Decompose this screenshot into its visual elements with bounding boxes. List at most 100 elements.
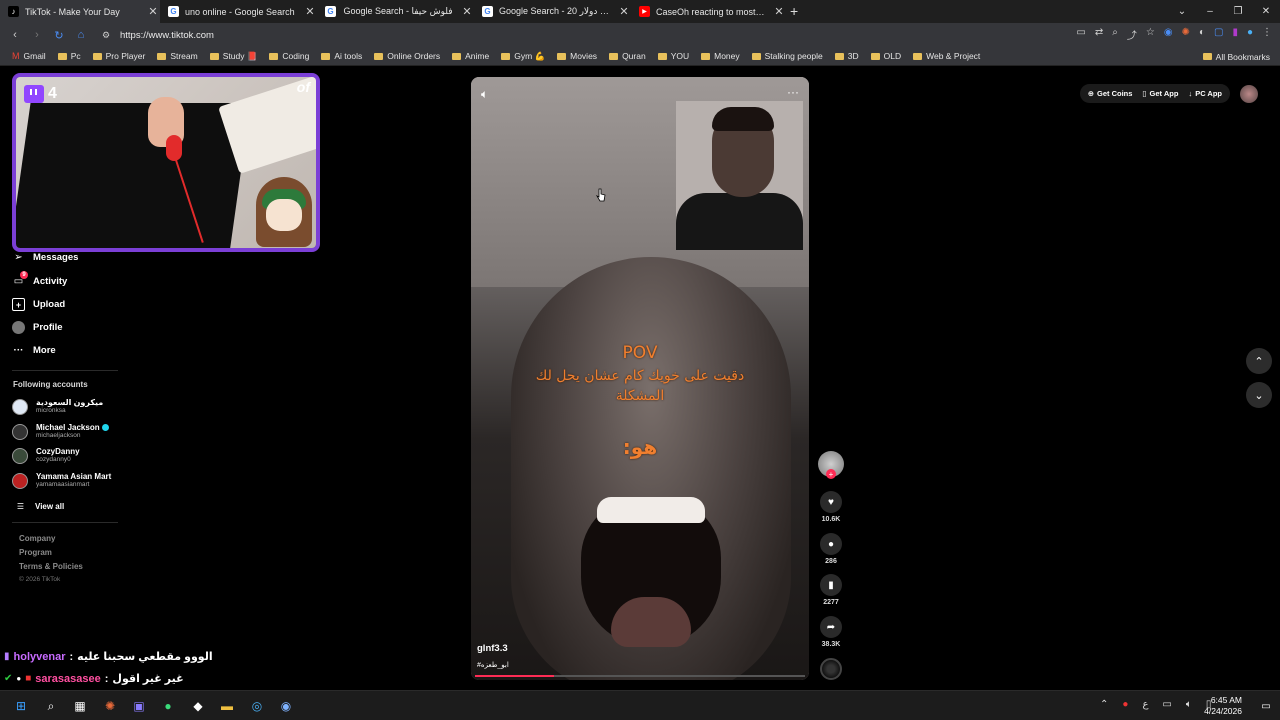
bookmark-folder[interactable]: Pc	[57, 51, 81, 61]
follow-plus-icon[interactable]: +	[826, 469, 836, 479]
home-icon[interactable]: ⌂	[70, 29, 92, 41]
tab-youtube[interactable]: ▶ CaseOh reacting to most of the ✕	[631, 0, 786, 23]
bookmark-folder[interactable]: Quran	[609, 51, 646, 61]
cast-icon[interactable]: ▭	[1076, 27, 1085, 42]
zoom-icon[interactable]: ⌕	[1112, 27, 1118, 42]
footer-company-link[interactable]: Company	[19, 534, 55, 543]
next-video-button[interactable]: ⌄	[1246, 382, 1272, 408]
get-app-button[interactable]: ▯ Get App	[1142, 89, 1178, 98]
bookmark-folder[interactable]: Anime	[452, 51, 489, 61]
tab-tiktok[interactable]: ♪ TikTok - Make Your Day ✕	[0, 0, 160, 23]
tab-uno-search[interactable]: G uno online - Google Search ✕	[160, 0, 317, 23]
close-tab-icon[interactable]: ✕	[617, 5, 631, 18]
bookmark-folder[interactable]: OLD	[870, 51, 901, 61]
puzzle-icon[interactable]: ▢	[1214, 27, 1223, 42]
app-star-icon[interactable]: ✺	[102, 698, 118, 714]
restore-icon[interactable]: ❐	[1224, 6, 1252, 17]
bookmark-folder[interactable]: Pro Player	[92, 51, 145, 61]
new-tab-button[interactable]: +	[790, 3, 798, 19]
comment-button[interactable]: ● 286	[819, 533, 843, 565]
bookmark-folder[interactable]: Movies	[557, 51, 597, 61]
get-coins-button[interactable]: ⊕ Get Coins	[1088, 89, 1133, 98]
visual-studio-icon[interactable]: ▣	[131, 698, 147, 714]
following-account[interactable]: CozyDanny cozydanny0	[12, 447, 80, 464]
bookmark-folder[interactable]: Web & Project	[913, 51, 980, 61]
tab-google-search-2[interactable]: G Google Search - فلوش حيفا ✕	[317, 0, 474, 23]
minimize-icon[interactable]: –	[1196, 6, 1224, 17]
more-options-icon[interactable]: ···	[787, 85, 799, 99]
notification-icon[interactable]: ▭	[1258, 698, 1274, 714]
bookmark-folder[interactable]: Stalking people	[751, 51, 823, 61]
nav-profile[interactable]: Profile	[12, 321, 63, 334]
bookmark-folder[interactable]: Ai tools	[321, 51, 362, 61]
footer-program-link[interactable]: Program	[19, 548, 52, 557]
microphone-icon[interactable]: ●	[1122, 699, 1128, 710]
following-account[interactable]: Michael Jackson michaeljackson	[12, 423, 109, 440]
bookmark-folder[interactable]: YOU	[657, 51, 689, 61]
steam-icon[interactable]: ◉	[278, 698, 294, 714]
bookmark-folder[interactable]: Online Orders	[374, 51, 440, 61]
tab-google-search-3[interactable]: G Google Search - 20 شيكل كم دولار ✕	[474, 0, 631, 23]
chevron-up-icon[interactable]: ⌃	[1100, 699, 1108, 710]
share-icon[interactable]: ⤴	[1127, 27, 1137, 42]
tab-search-icon[interactable]: ⌄	[1168, 6, 1196, 17]
bookmark-star-icon[interactable]: ☆	[1146, 27, 1155, 42]
extension-icon[interactable]: ◐	[1199, 27, 1205, 42]
close-tab-icon[interactable]: ✕	[146, 5, 160, 18]
menu-icon[interactable]: ⋮	[1262, 27, 1272, 42]
pc-app-button[interactable]: ↓ PC App	[1188, 89, 1222, 98]
close-window-icon[interactable]: ✕	[1252, 6, 1280, 17]
language-icon[interactable]: ع	[1142, 699, 1148, 710]
search-icon[interactable]: ⌕	[43, 698, 59, 714]
creator-avatar[interactable]: +	[818, 451, 844, 479]
previous-video-button[interactable]: ⌃	[1246, 348, 1272, 374]
extension-star-icon[interactable]: ✺	[1182, 27, 1190, 42]
video-player[interactable]: 🔈︎ ··· POV دقيت على خويك كام عشان يحل لك…	[471, 77, 809, 680]
video-username[interactable]: glnf3.3	[477, 643, 508, 654]
close-tab-icon[interactable]: ✕	[303, 5, 317, 18]
network-icon[interactable]: ▭	[1162, 699, 1171, 710]
bookmark-folder[interactable]: Stream	[157, 51, 198, 61]
close-tab-icon[interactable]: ✕	[460, 5, 474, 18]
reload-icon[interactable]: ↻	[48, 29, 70, 42]
file-explorer-icon[interactable]: ▬	[219, 698, 235, 714]
nav-more[interactable]: ··· More	[12, 344, 56, 357]
nav-upload[interactable]: + Upload	[12, 298, 65, 311]
url-field[interactable]: ⚙ https://www.tiktok.com	[100, 27, 1000, 44]
store-icon[interactable]: ▦	[72, 698, 88, 714]
share-button[interactable]: ➦ 38.3K	[819, 616, 843, 648]
back-icon[interactable]: ‹	[4, 29, 26, 41]
following-account[interactable]: Yamama Asian Mart yamamaasianmart	[12, 472, 111, 489]
volume-icon[interactable]: 🔈︎	[1186, 699, 1192, 710]
browser-icon[interactable]: ◎	[249, 698, 265, 714]
bookmark-folder[interactable]: 3D	[834, 51, 859, 61]
bookmark-gmail[interactable]: M Gmail	[12, 51, 46, 61]
bookmark-folder[interactable]: Study 📕	[209, 51, 257, 62]
footer-terms-link[interactable]: Terms & Policies	[19, 562, 83, 571]
video-hashtag[interactable]: #ابو_طعزه	[477, 661, 509, 669]
video-progress-bar[interactable]	[475, 675, 805, 677]
profile-icon[interactable]: ●	[1247, 27, 1253, 42]
volume-icon[interactable]: 🔈︎	[481, 87, 488, 102]
music-disc-icon[interactable]	[820, 658, 842, 680]
bookmark-folder[interactable]: Money	[701, 51, 740, 61]
user-avatar[interactable]	[1240, 84, 1258, 103]
windows-start-icon[interactable]: ⊞	[13, 698, 29, 714]
save-button[interactable]: ▮ 2277	[819, 574, 843, 606]
forward-icon[interactable]: ›	[26, 29, 48, 41]
extension-purple-icon[interactable]: ▮	[1232, 27, 1238, 42]
like-button[interactable]: ♥ 10.6K	[819, 491, 843, 523]
green-app-icon[interactable]: ●	[160, 698, 176, 714]
nav-messages[interactable]: ➢ Messages	[12, 251, 78, 264]
bookmark-folder[interactable]: Gym 💪	[501, 51, 545, 62]
following-account[interactable]: ميكرون السعودية micronksa	[12, 398, 103, 415]
all-bookmarks-button[interactable]: All Bookmarks	[1202, 47, 1270, 66]
audio-icon[interactable]: ◉	[1164, 27, 1173, 42]
nav-activity[interactable]: ▭ 9 Activity	[12, 271, 67, 288]
bookmark-folder[interactable]: Coding	[269, 51, 309, 61]
site-settings-icon[interactable]: ⚙	[102, 30, 110, 41]
system-clock[interactable]: 6:45 AM 4/24/2026	[1204, 695, 1242, 717]
close-tab-icon[interactable]: ✕	[772, 5, 786, 18]
view-all-button[interactable]: ☰ View all	[14, 500, 64, 513]
translate-icon[interactable]: ⇄	[1095, 27, 1103, 42]
